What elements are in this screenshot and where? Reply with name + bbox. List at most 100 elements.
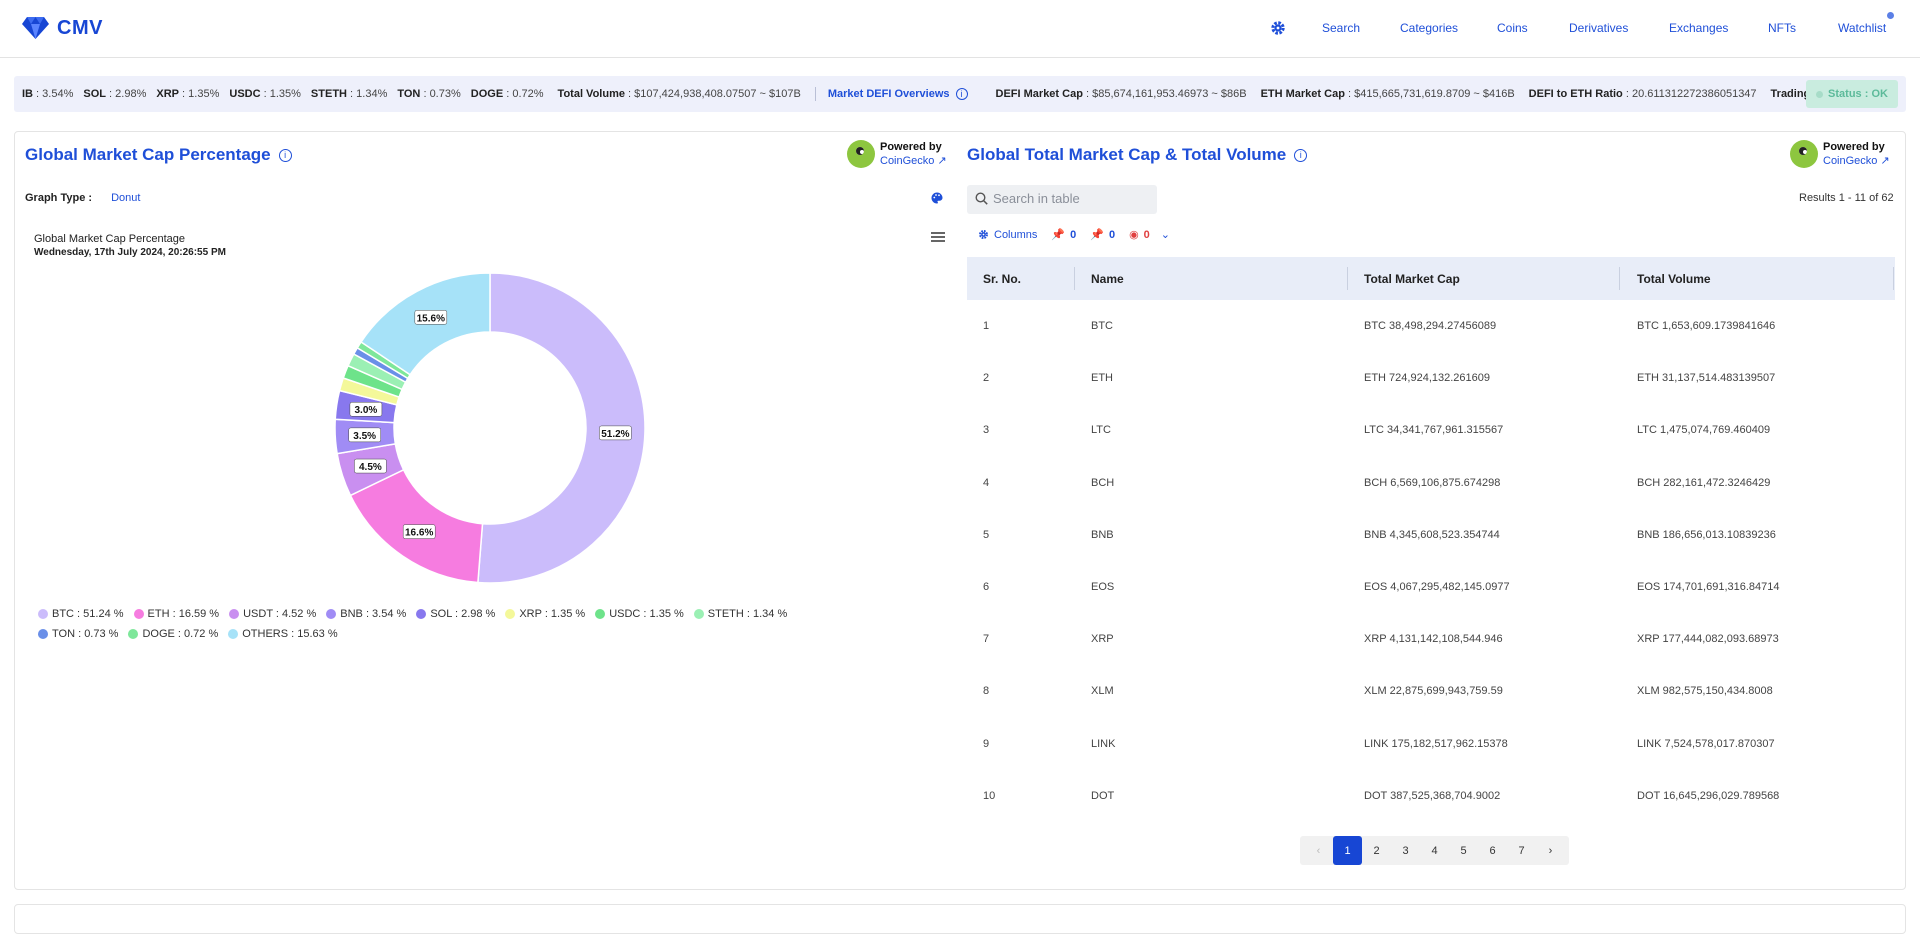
column-header-name[interactable]: Name	[1091, 272, 1124, 286]
coingecko-link[interactable]: CoinGecko ↗	[880, 154, 947, 168]
legend-item-usdc[interactable]: USDC : 1.35 %	[595, 608, 684, 620]
column-header-sr-no[interactable]: Sr. No.	[983, 272, 1021, 286]
name-cell: XRP	[1091, 633, 1114, 646]
external-link-icon: ↗	[1880, 155, 1890, 167]
donut-chart: 51.2% 16.6% 4.5% 3.5% 3.0% 15.6%	[334, 272, 646, 584]
column-header-total-volume[interactable]: Total Volume	[1637, 272, 1711, 286]
data-label-others: 15.6%	[414, 310, 448, 325]
legend-item-bnb[interactable]: BNB : 3.54 %	[326, 608, 406, 620]
legend-marker	[693, 609, 704, 619]
status-badge: Status : OK	[1806, 80, 1898, 108]
powered-by-coingecko[interactable]: Powered by CoinGecko ↗	[1790, 140, 1890, 168]
table-row[interactable]: 2 ETH ETH 724,924,132.261609 ETH 31,137,514…	[967, 352, 1895, 404]
table-row[interactable]: 6 EOS EOS 4,067,295,482,145.0977 EOS 174,70…	[967, 561, 1895, 613]
table-row[interactable]: 5 BNB BNB 4,345,608,523.354744 BNB 186,656,…	[967, 509, 1895, 561]
coingecko-link[interactable]: CoinGecko ↗	[1823, 154, 1890, 168]
columns-button[interactable]: Columns	[978, 229, 1037, 241]
legend-item-sol[interactable]: SOL : 2.98 %	[416, 608, 495, 620]
nav-link-search[interactable]: Search	[1322, 21, 1360, 35]
svg-text:15.6%: 15.6%	[417, 313, 445, 324]
settings-gear-icon[interactable]	[1270, 20, 1286, 36]
ticker-item: XRP : 1.35%	[156, 88, 220, 100]
volume-cell: LINK 7,524,578,017.870307	[1637, 737, 1775, 750]
legend-item-doge[interactable]: DOGE : 0.72 %	[128, 628, 218, 640]
info-icon[interactable]: i	[1294, 149, 1308, 163]
legend-item-xrp[interactable]: XRP : 1.35 %	[505, 608, 585, 620]
nav-link-categories[interactable]: Categories	[1400, 21, 1458, 35]
graph-type-dropdown[interactable]: Donut	[111, 192, 140, 204]
palette-icon[interactable]	[931, 192, 943, 204]
chart-menu-icon[interactable]	[931, 232, 945, 242]
legend-marker	[38, 609, 48, 619]
table-row[interactable]: 1 BTC BTC 38,498,294.27456089 BTC 1,653,609…	[967, 300, 1895, 352]
hidden-columns-button[interactable]: ◉ 0 ⌄	[1129, 228, 1170, 242]
volume-cell: DOT 16,645,296,029.789568	[1637, 789, 1780, 802]
prev-page-button[interactable]: ‹	[1304, 836, 1333, 865]
legend-label: SOL : 2.98 %	[430, 608, 496, 620]
data-label-usdt: 4.5%	[354, 458, 387, 474]
name-cell: ETH	[1091, 372, 1113, 385]
ticker-total-volume: Total Volume : $107,424,938,408.07507 ~ …	[557, 88, 801, 100]
legend-item-others[interactable]: OTHERS : 15.63 %	[228, 628, 338, 640]
page-button-3[interactable]: 3	[1391, 836, 1420, 865]
pinned-left-button[interactable]: 📌 0	[1051, 228, 1076, 242]
table-row[interactable]: 9 LINK LINK 175,182,517,962.15378 LINK 7,52…	[967, 718, 1895, 770]
chart-title-text: Global Market Cap Percentage	[34, 233, 186, 245]
nav-link-coins[interactable]: Coins	[1497, 21, 1528, 35]
powered-by-label: Powered by	[1823, 141, 1885, 153]
legend-item-steth[interactable]: STETH : 1.34 %	[693, 608, 787, 620]
sr-no-cell: 5	[983, 528, 990, 541]
table-row[interactable]: 7 XRP XRP 4,131,142,108,544.946 XRP 177,444…	[967, 613, 1895, 665]
page-button-4[interactable]: 4	[1420, 836, 1449, 865]
table-header: Sr. No. Name Total Market Cap Total Volu…	[967, 257, 1895, 300]
legend-item-btc[interactable]: BTC : 51.24 %	[38, 608, 124, 620]
market-cap-cell: BNB 4,345,608,523.354744	[1364, 528, 1500, 541]
legend-marker	[133, 609, 144, 619]
table-row[interactable]: 8 XLM XLM 22,875,699,943,759.59 XLM 982,575…	[967, 665, 1895, 717]
page-button-1[interactable]: 1	[1333, 836, 1362, 865]
pinned-right-button[interactable]: 📌 0	[1090, 228, 1115, 242]
legend-marker	[128, 629, 139, 639]
page-button-2[interactable]: 2	[1362, 836, 1391, 865]
volume-cell: EOS 174,701,691,316.84714	[1637, 581, 1780, 593]
legend-item-usdt[interactable]: USDT : 4.52 %	[229, 608, 316, 620]
data-label-sol: 3.0%	[349, 401, 383, 417]
nav-link-derivatives[interactable]: Derivatives	[1569, 21, 1628, 35]
legend-item-ton[interactable]: TON : 0.73 %	[38, 628, 118, 640]
external-link-icon: ↗	[937, 155, 947, 167]
market-cap-cell: XLM 22,875,699,943,759.59	[1364, 685, 1503, 698]
table-row[interactable]: 3 LTC LTC 34,341,767,961.315567 LTC 1,475,0…	[967, 404, 1895, 456]
column-divider	[1074, 267, 1075, 290]
sr-no-cell: 8	[983, 685, 990, 698]
page-button-6[interactable]: 6	[1478, 836, 1507, 865]
svg-text:16.6%: 16.6%	[405, 528, 433, 539]
info-icon[interactable]: i	[955, 88, 968, 100]
name-cell: DOT	[1091, 789, 1115, 802]
table-search-input[interactable]: Search in table	[967, 185, 1157, 214]
ticker-item: DOGE : 0.72%	[470, 88, 544, 100]
market-defi-overview-link[interactable]: Market DEFI Overviews	[828, 88, 950, 100]
column-header-total-market-cap[interactable]: Total Market Cap	[1364, 272, 1460, 286]
nav-link-nfts[interactable]: NFTs	[1768, 21, 1796, 35]
chart-legend: BTC : 51.24 % ETH : 16.59 % USDT : 4.52 % B…	[38, 608, 868, 640]
page-button-7[interactable]: 7	[1507, 836, 1536, 865]
legend-label: XRP : 1.35 %	[519, 608, 586, 620]
nav-link-exchanges[interactable]: Exchanges	[1669, 21, 1728, 35]
table-row[interactable]: 10 DOT DOT 387,525,368,704.9002 DOT 16,645,…	[967, 770, 1895, 822]
powered-by-coingecko[interactable]: Powered by CoinGecko ↗	[847, 140, 947, 168]
info-icon[interactable]: i	[278, 149, 292, 163]
nav-link-watchlist[interactable]: Watchlist	[1838, 21, 1886, 35]
legend-marker	[595, 609, 606, 619]
logo[interactable]: CMV	[22, 16, 103, 40]
page-button-5[interactable]: 5	[1449, 836, 1478, 865]
legend-label: TON : 0.73 %	[52, 628, 119, 640]
next-page-button[interactable]: ›	[1536, 836, 1565, 865]
market-cap-cell: LINK 175,182,517,962.15378	[1364, 737, 1508, 750]
name-cell: XLM	[1091, 685, 1114, 698]
volume-cell: BTC 1,653,609.1739841646	[1637, 320, 1776, 332]
legend-item-eth[interactable]: ETH : 16.59 %	[133, 608, 219, 620]
table-row[interactable]: 4 BCH BCH 6,569,106,875.674298 BCH 282,161,…	[967, 457, 1895, 509]
pin-icon: 📌	[1051, 229, 1066, 241]
data-label-btc: 51.2%	[599, 425, 632, 441]
eye-icon: ◉	[1129, 229, 1139, 241]
